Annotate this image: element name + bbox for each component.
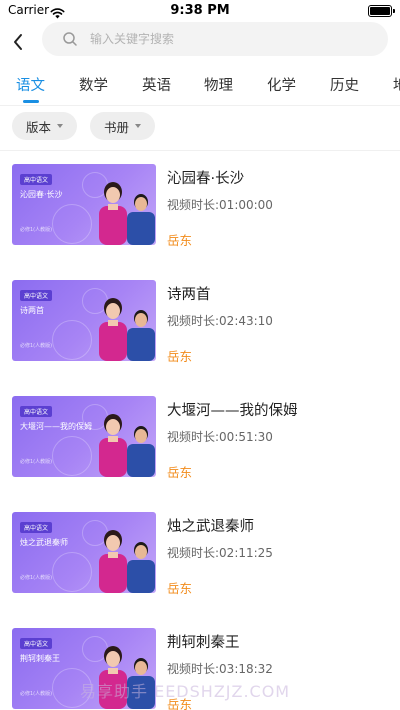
thumbnail-subtitle: 必修1(人教版) [20,575,53,581]
course-teacher: 岳东 [167,349,193,364]
edition-filter-button[interactable]: 版本 [12,112,78,140]
thumbnail-badge: 高中语文 [20,174,53,185]
teacher-figure [127,310,155,361]
thumbnail-badge: 高中语文 [20,290,53,301]
course-thumbnail: 高中语文 烛之武退秦师 必修1(人教版) [12,512,156,593]
tab-math[interactable]: 数学 [79,74,108,95]
chevron-left-icon [14,34,22,50]
course-item[interactable]: 高中语文 烛之武退秦师 必修1(人教版) 烛之武退秦师 视频时长:02:11:2… [0,500,400,610]
tab-physics[interactable]: 物理 [204,74,233,95]
active-tab-indicator [23,100,39,103]
thumbnail-badge: 高中语文 [20,522,53,533]
tab-geography[interactable]: 地 [393,74,400,95]
battery-icon [368,5,395,17]
nav-bar [0,22,400,62]
back-button[interactable] [6,28,30,56]
thumbnail-badge: 高中语文 [20,406,53,417]
thumbnail-subtitle: 必修1(人教版) [20,227,53,233]
course-title: 大堰河——我的保姆 [167,403,298,419]
thumbnail-title: 烛之武退秦师 [20,538,68,547]
teacher-figure [127,542,155,593]
filter-bar: 版本 书册 [0,106,400,150]
thumbnail-subtitle: 必修1(人教版) [20,459,53,465]
book-filter-button[interactable]: 书册 [90,112,156,140]
course-title: 诗两首 [167,287,211,303]
thumbnail-badge: 高中语文 [20,638,53,649]
thumbnail-subtitle: 必修1(人教版) [20,691,53,697]
course-duration: 视频时长:03:18:32 [167,662,273,676]
clock: 9:38 PM [170,3,230,18]
tab-history[interactable]: 历史 [330,74,359,95]
thumbnail-subtitle: 必修1(人教版) [20,343,53,349]
course-thumbnail: 高中语文 诗两首 必修1(人教版) [12,280,156,361]
course-teacher: 岳东 [167,465,193,480]
course-teacher: 岳东 [167,581,193,596]
teacher-figure [127,194,155,245]
course-title: 烛之武退秦师 [167,519,254,535]
course-duration: 视频时长:01:00:00 [167,198,273,212]
course-item[interactable]: 高中语文 沁园春·长沙 必修1(人教版) 沁园春·长沙 视频时长:01:00:0… [0,152,400,262]
book-filter-label: 书册 [104,119,130,135]
thumbnail-title: 荆轲刺秦王 [20,654,60,663]
tab-chinese[interactable]: 语文 [16,74,45,95]
course-item[interactable]: 高中语文 大堰河——我的保姆 必修1(人教版) 大堰河——我的保姆 视频时长:0… [0,384,400,494]
course-title: 沁园春·长沙 [167,171,245,187]
search-icon [62,31,78,47]
search-input[interactable] [90,32,340,46]
thumbnail-title: 大堰河——我的保姆 [20,422,92,431]
course-duration: 视频时长:00:51:30 [167,430,273,444]
course-thumbnail: 高中语文 大堰河——我的保姆 必修1(人教版) [12,396,156,477]
course-duration: 视频时长:02:43:10 [167,314,273,328]
divider [0,150,400,151]
course-duration: 视频时长:02:11:25 [167,546,273,560]
thumbnail-title: 诗两首 [20,306,44,315]
teacher-figure [127,426,155,477]
search-bar[interactable] [42,22,388,56]
status-bar: Carrier 9:38 PM [0,0,400,22]
caret-down-icon [57,124,64,128]
tab-english[interactable]: 英语 [142,74,171,95]
course-teacher: 岳东 [167,233,193,248]
tab-chemistry[interactable]: 化学 [267,74,296,95]
course-thumbnail: 高中语文 沁园春·长沙 必修1(人教版) [12,164,156,245]
edition-filter-label: 版本 [26,119,52,135]
course-title: 荆轲刺秦王 [167,635,240,651]
course-item[interactable]: 高中语文 诗两首 必修1(人教版) 诗两首 视频时长:02:43:10 岳东 [0,268,400,378]
caret-down-icon [135,124,142,128]
subject-tabs: 语文 数学 英语 物理 化学 历史 地 [0,62,400,106]
watermark: 易享助手 EEDSHZJZ.COM [80,682,291,701]
thumbnail-title: 沁园春·长沙 [20,190,63,199]
